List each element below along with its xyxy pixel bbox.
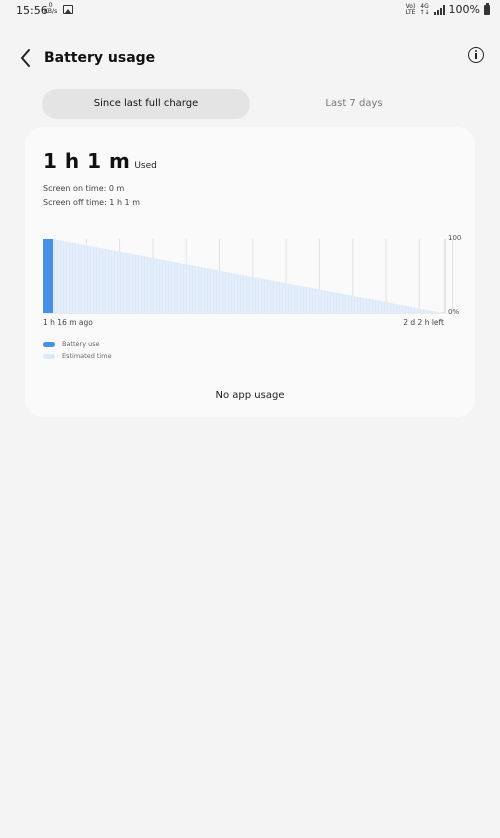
network-4g-icon: 4G ↑↓ bbox=[419, 3, 430, 16]
chart-x-end-label: 2 d 2 h left bbox=[403, 318, 444, 327]
screen-on-time: Screen on time: 0 m bbox=[43, 184, 125, 193]
usage-card: 1 h 1 m Used Screen on time: 0 m Screen … bbox=[25, 127, 475, 417]
chart-x-start-label: 1 h 16 m ago bbox=[43, 318, 93, 327]
period-tabs: Since last full charge Last 7 days bbox=[42, 89, 458, 119]
status-left-icons: 0 KB/s bbox=[44, 3, 74, 15]
volte-bottom: LTE bbox=[405, 8, 416, 16]
volte-icon: Vo) LTE bbox=[405, 3, 416, 16]
battery-icon bbox=[484, 2, 490, 15]
battery-percent: 100% bbox=[448, 3, 480, 16]
legend-label-estimated-time: Estimated time bbox=[62, 352, 112, 360]
screen-off-time: Screen off time: 1 h 1 m bbox=[43, 198, 140, 207]
empty-state-message: No app usage bbox=[215, 390, 285, 401]
chart-area-battery-use bbox=[43, 239, 53, 313]
gallery-notification-icon bbox=[63, 4, 74, 14]
legend-estimated-time: Estimated time bbox=[43, 350, 112, 362]
status-bar: 15:56 0 KB/s Vo) LTE 4G ↑↓ 100% bbox=[0, 0, 500, 22]
used-time-value: 1 h 1 m bbox=[43, 149, 131, 173]
back-arrow-icon[interactable] bbox=[14, 46, 38, 70]
page-title: Battery usage bbox=[44, 50, 156, 66]
app-header: Battery usage bbox=[0, 40, 500, 76]
usage-summary: 1 h 1 m Used bbox=[43, 149, 157, 173]
network-arrows: ↑↓ bbox=[419, 8, 430, 16]
legend-label-battery-use: Battery use bbox=[62, 340, 100, 348]
tab-last-7-days[interactable]: Last 7 days bbox=[250, 89, 458, 119]
legend-swatch-estimated-time bbox=[43, 353, 55, 359]
signal-strength-icon bbox=[433, 4, 445, 15]
status-time: 15:56 bbox=[16, 4, 48, 17]
chart-y-max-label: 100 bbox=[448, 234, 462, 242]
used-label: Used bbox=[134, 161, 157, 171]
data-speed-indicator: 0 KB/s bbox=[44, 3, 57, 15]
tab-since-last-full-charge[interactable]: Since last full charge bbox=[42, 89, 250, 119]
info-icon[interactable] bbox=[468, 47, 484, 63]
legend-swatch-battery-use bbox=[43, 341, 55, 347]
status-right-icons: Vo) LTE 4G ↑↓ 100% bbox=[405, 2, 490, 16]
legend-battery-use: Battery use bbox=[43, 338, 112, 350]
chart-y-min-label: 0% bbox=[448, 308, 460, 316]
data-speed-unit: KB/s bbox=[44, 8, 58, 15]
chart-legend: Battery use Estimated time bbox=[43, 338, 112, 362]
